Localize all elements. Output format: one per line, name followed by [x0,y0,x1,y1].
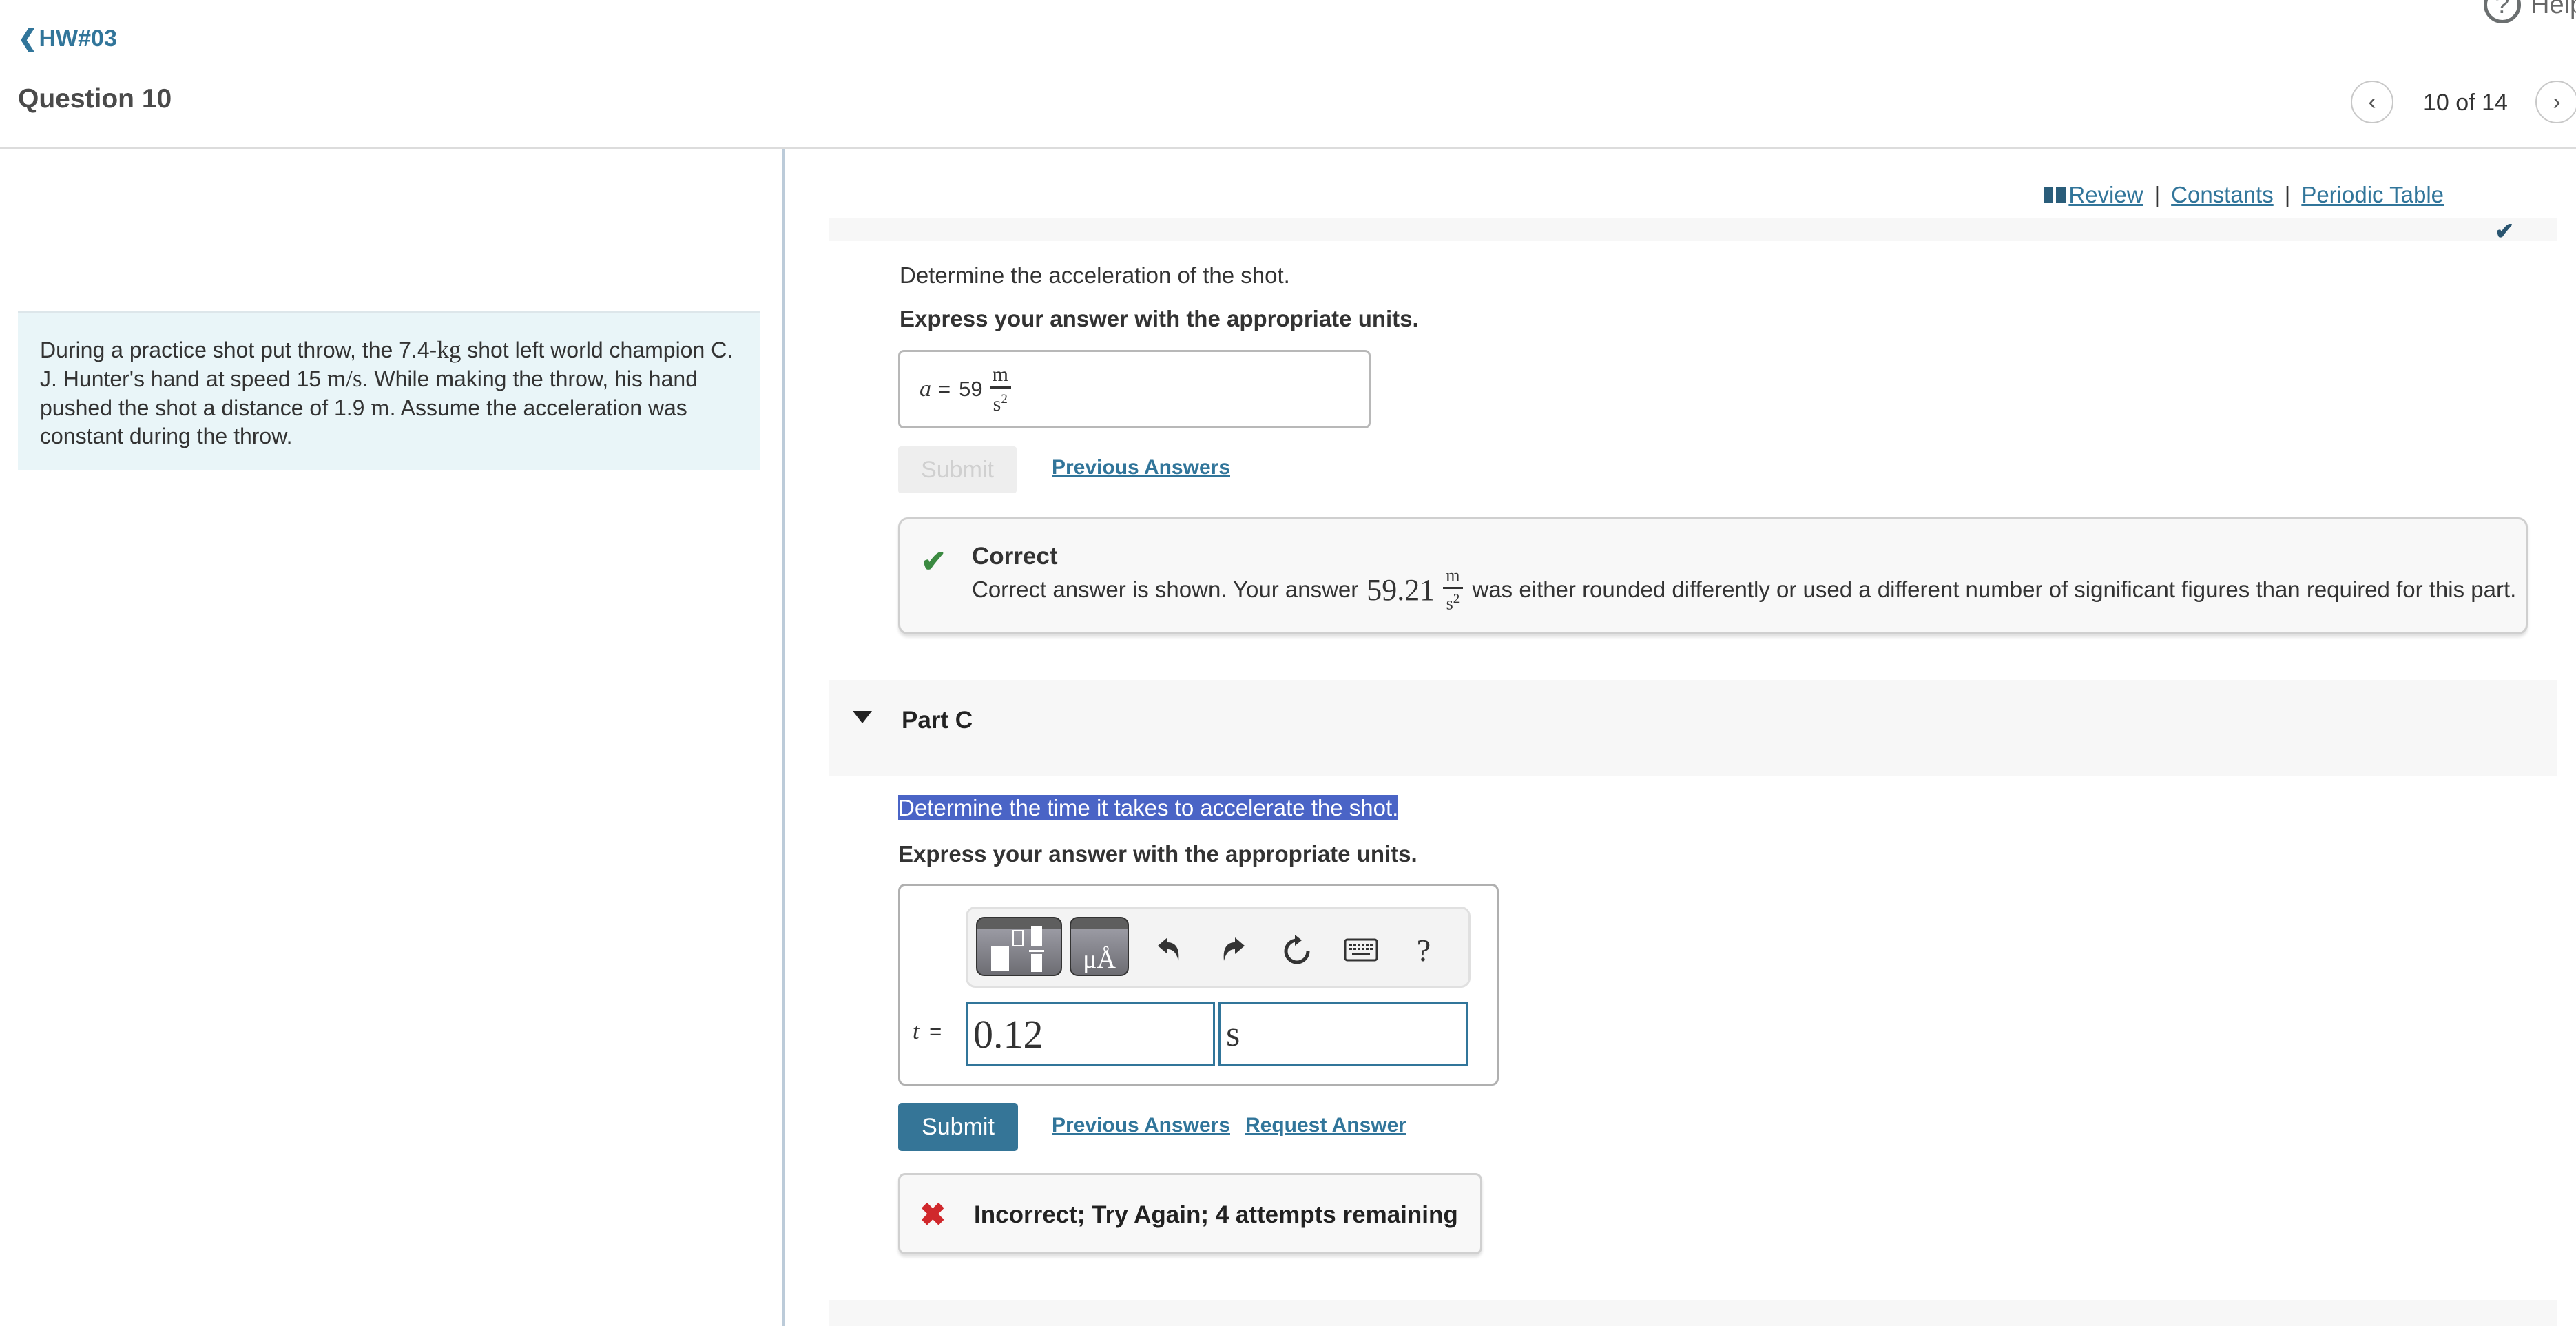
back-link-label: HW#03 [39,25,117,52]
incorrect-message: Incorrect; Try Again; 4 attempts remaini… [974,1201,1458,1228]
next-part-header[interactable] [829,1300,2557,1326]
part-complete-check-icon: ✔ [2495,218,2515,245]
separator: | [2154,182,2161,207]
question-circle-icon: ? [2484,0,2521,23]
answer-unit: m s2 [989,364,1011,415]
user-answer-unit: m s2 [1443,566,1463,614]
feedback-message: Correct answer is shown. Your answer 59.… [972,566,2516,614]
unit-denominator: s [993,392,1001,415]
part-c-instruction: Express your answer with the appropriate… [898,841,1417,867]
math-toolbar: μÅ ? [966,907,1471,988]
redo-button[interactable] [1213,929,1254,971]
units-button[interactable]: μÅ [1070,917,1129,976]
chevron-right-icon: › [2553,88,2561,115]
part-c-header[interactable] [829,680,2557,776]
unit-numerator: m [989,364,1011,389]
previous-question-button[interactable]: ‹ [2351,81,2393,123]
next-question-button[interactable]: › [2535,81,2576,123]
back-to-assignment-link[interactable]: ❮ HW#03 [18,25,117,52]
value-input[interactable]: 0.12 [966,1002,1215,1066]
part-b-answer-display: a = 59 m s2 [898,350,1371,428]
undo-button[interactable] [1148,929,1190,971]
answer-variable: a [920,376,931,402]
chevron-left-icon: ‹ [2368,88,2376,115]
answer-value: 59 [959,377,983,401]
part-c-previous-answers-link[interactable]: Previous Answers [1052,1114,1230,1137]
part-c-prompt: Determine the time it takes to accelerat… [898,795,1399,821]
question-mark-icon: ? [1416,932,1431,968]
header-divider [0,147,2576,149]
part-b-prompt: Determine the acceleration of the shot. [900,262,1290,288]
caret-down-icon[interactable] [853,711,872,723]
request-answer-link[interactable]: Request Answer [1245,1114,1406,1137]
unit-denominator: s [1446,593,1453,614]
unit-m-per-s: m/s [327,365,362,392]
help-toolbar-button[interactable]: ? [1403,929,1444,971]
separator: | [2284,182,2291,207]
panel-divider[interactable] [782,149,785,1326]
x-mark-icon: ✖ [920,1196,946,1232]
unit-input[interactable]: s [1218,1002,1468,1066]
keyboard-icon [1344,938,1378,962]
unit-m: m [371,394,390,421]
help-label: Help [2531,0,2576,19]
constants-link[interactable]: Constants [2171,182,2274,208]
book-icon [2044,187,2066,203]
equals-sign: = [929,1019,942,1044]
checkmark-icon: ✔ [921,545,946,579]
review-link[interactable]: Review [2044,182,2143,208]
answer-variable: t [913,1019,920,1044]
incorrect-feedback: ✖ Incorrect; Try Again; 4 attempts remai… [898,1173,1482,1254]
problem-text: 15 [296,366,328,391]
feedback-text: was either rounded differently or used a… [1472,577,2517,603]
unit-exponent: 2 [1001,391,1008,406]
chevron-left-icon: ❮ [18,25,38,52]
part-b-header[interactable] [829,218,2557,241]
periodic-table-link[interactable]: Periodic Table [2301,182,2444,208]
templates-button[interactable] [976,917,1062,976]
question-pager-text: 10 of 14 [2423,90,2508,116]
user-answer-value: 59.21 [1367,572,1435,607]
resource-links: Review | Constants | Periodic Table [2044,182,2444,208]
part-b-previous-answers-link[interactable]: Previous Answers [1052,456,1230,479]
unit-kg: kg [437,336,461,363]
redo-icon [1223,937,1245,961]
problem-text: 7.4- [399,338,437,362]
part-c-label: Part C [902,707,973,734]
feedback-text: Correct answer is shown. Your answer [972,577,1359,603]
part-b-submit-button[interactable]: Submit [898,446,1017,493]
templates-icon [991,926,1044,972]
problem-text: 1.9 [333,395,371,420]
help-button[interactable]: ? Help [2484,0,2576,23]
correct-feedback: ✔ Correct Correct answer is shown. Your … [898,517,2528,634]
problem-statement: During a practice shot put throw, the 7.… [18,311,760,470]
keyboard-button[interactable] [1340,929,1382,971]
equals-sign: = [938,377,951,401]
reset-button[interactable] [1276,929,1318,971]
answer-variable-label: t = [913,1019,942,1045]
part-c-submit-button[interactable]: Submit [898,1103,1018,1151]
problem-text: During a practice shot put throw, the [40,338,399,362]
unit-numerator: m [1443,566,1463,589]
undo-icon [1158,937,1179,961]
question-title: Question 10 [18,84,172,114]
answer-editor: μÅ ? t = 0.12 s [898,884,1499,1086]
review-label: Review [2068,182,2143,207]
part-b-instruction: Express your answer with the appropriate… [900,306,1419,331]
reset-icon [1284,935,1310,964]
units-icon: μÅ [1083,945,1116,974]
unit-exponent: 2 [1453,592,1460,606]
selected-text: Determine the time it takes to accelerat… [898,795,1399,820]
